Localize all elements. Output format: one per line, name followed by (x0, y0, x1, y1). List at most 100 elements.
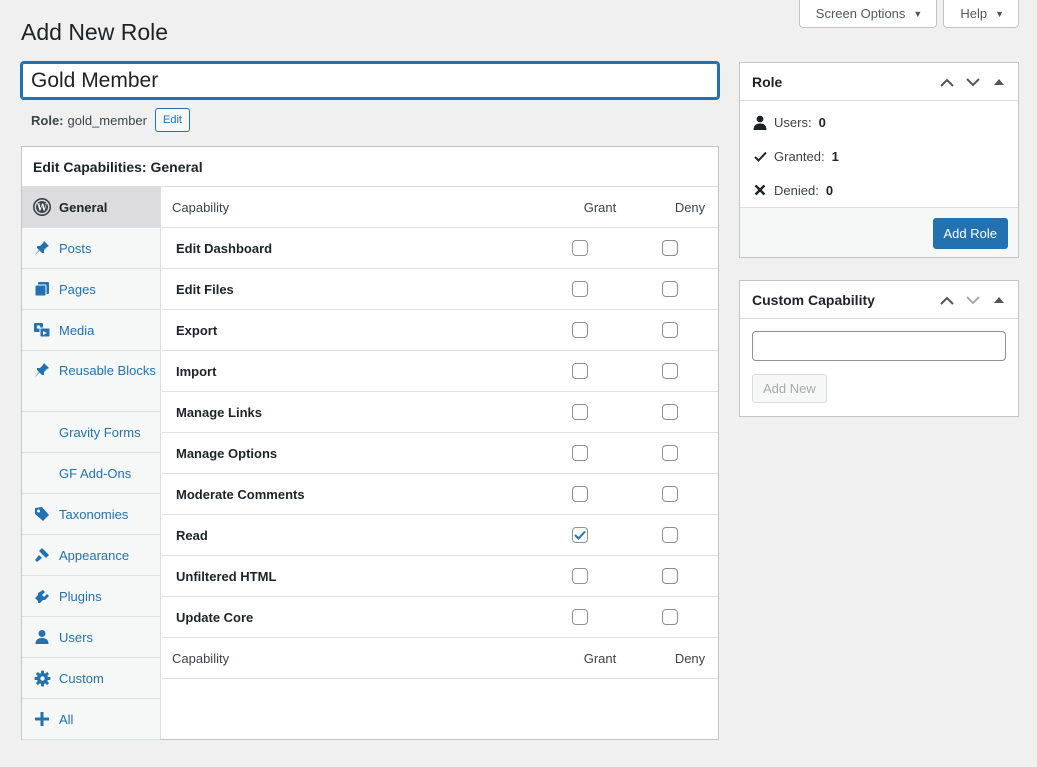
deny-cell (662, 445, 678, 461)
deny-checkbox[interactable] (662, 486, 678, 502)
deny-cell (662, 527, 678, 543)
toggle-panel-icon[interactable] (990, 78, 1008, 86)
grant-cell (572, 445, 588, 461)
table-row: Unfiltered HTML (162, 556, 718, 597)
grant-checkbox[interactable] (572, 527, 588, 543)
move-down-icon[interactable] (964, 295, 982, 305)
column-capability: Capability (172, 199, 230, 215)
move-up-icon[interactable] (938, 78, 956, 87)
table-row: Update Core (162, 597, 718, 638)
toggle-panel-icon[interactable] (990, 296, 1008, 304)
deny-cell (662, 609, 678, 625)
help-label: Help (960, 6, 988, 21)
user-icon (753, 115, 767, 130)
deny-checkbox[interactable] (662, 281, 678, 297)
sidebar-item-taxonomies[interactable]: Taxonomies (22, 494, 160, 535)
grant-checkbox[interactable] (572, 281, 588, 297)
caret-down-icon: ▼ (995, 8, 1004, 19)
role-box-controls (938, 63, 1008, 101)
sidebar-item-media[interactable]: Media (22, 310, 160, 351)
add-role-button[interactable]: Add Role (932, 218, 1008, 249)
role-slug-row: Role: gold_member Edit (31, 108, 190, 132)
edit-slug-button[interactable]: Edit (155, 108, 190, 132)
sidebar-item-reusable-blocks[interactable]: Reusable Blocks (22, 351, 160, 412)
custom-capability-input[interactable] (752, 331, 1006, 361)
role-box: Role Users: 0 Granted: 1 Denied: 0 Add R… (739, 62, 1019, 258)
grant-cell (572, 363, 588, 379)
sidebar-item-general[interactable]: W General (22, 187, 160, 228)
tag-icon (33, 505, 51, 523)
grant-checkbox[interactable] (572, 404, 588, 420)
sidebar-item-users[interactable]: Users (22, 617, 160, 658)
sidebar-item-pages[interactable]: Pages (22, 269, 160, 310)
deny-checkbox[interactable] (662, 527, 678, 543)
sidebar-item-all[interactable]: All (22, 699, 160, 740)
grant-cell (572, 281, 588, 297)
sidebar-item-label: Users (59, 629, 93, 645)
grant-checkbox[interactable] (572, 568, 588, 584)
sidebar-item-label: Reusable Blocks (59, 363, 156, 378)
sidebar-item-label: Pages (59, 281, 96, 297)
sidebar-item-appearance[interactable]: Appearance (22, 535, 160, 576)
gear-icon (33, 669, 51, 687)
role-box-footer: Add Role (740, 207, 1018, 257)
deny-checkbox[interactable] (662, 445, 678, 461)
sidebar-item-gf-add-ons[interactable]: GF Add-Ons (22, 453, 160, 494)
grant-checkbox[interactable] (572, 445, 588, 461)
sidebar-item-plugins[interactable]: Plugins (22, 576, 160, 617)
grant-checkbox[interactable] (572, 486, 588, 502)
deny-checkbox[interactable] (662, 404, 678, 420)
pages-icon (33, 280, 51, 298)
sidebar-item-posts[interactable]: Posts (22, 228, 160, 269)
deny-checkbox[interactable] (662, 568, 678, 584)
deny-checkbox[interactable] (662, 363, 678, 379)
granted-value: 1 (831, 148, 839, 164)
table-row: Manage Links (162, 392, 718, 433)
custom-capability-box: Custom Capability Add New (739, 280, 1019, 417)
sidebar-item-gravity-forms[interactable]: Gravity Forms (22, 412, 160, 453)
role-name-input[interactable] (20, 61, 720, 100)
help-button[interactable]: Help ▼ (943, 0, 1019, 28)
deny-cell (662, 404, 678, 420)
deny-checkbox[interactable] (662, 240, 678, 256)
screen-options-button[interactable]: Screen Options ▼ (798, 0, 938, 28)
denied-label: Denied: (774, 182, 819, 198)
add-new-capability-button[interactable]: Add New (752, 374, 827, 403)
grant-checkbox[interactable] (572, 609, 588, 625)
deny-checkbox[interactable] (662, 322, 678, 338)
deny-checkbox[interactable] (662, 609, 678, 625)
capabilities-box: Edit Capabilities: General W General Pos… (21, 146, 719, 740)
custom-capability-controls (938, 281, 1008, 319)
capability-name: Moderate Comments (176, 486, 305, 502)
move-up-icon[interactable] (938, 296, 956, 305)
role-slug-label: Role: (31, 112, 64, 128)
user-icon (33, 628, 51, 646)
grant-checkbox[interactable] (572, 363, 588, 379)
brush-icon (33, 546, 51, 564)
grant-checkbox[interactable] (572, 240, 588, 256)
grant-cell (572, 404, 588, 420)
deny-cell (662, 322, 678, 338)
grant-cell (572, 240, 588, 256)
table-header-row: Capability Grant Deny (162, 187, 718, 228)
grant-cell (572, 322, 588, 338)
role-box-header: Role (740, 63, 1018, 101)
column-grant: Grant (583, 199, 617, 215)
svg-text:W: W (36, 204, 48, 214)
caret-down-icon: ▼ (913, 8, 923, 19)
sidebar-item-custom[interactable]: Custom (22, 658, 160, 699)
grant-cell (572, 486, 588, 502)
granted-label: Granted: (774, 148, 825, 164)
move-down-icon[interactable] (964, 77, 982, 87)
capability-name: Read (176, 527, 208, 543)
table-footer-row: Capability Grant Deny (162, 638, 718, 679)
grant-checkbox[interactable] (572, 322, 588, 338)
deny-cell (662, 568, 678, 584)
table-row: Edit Files (162, 269, 718, 310)
sidebar-item-label: All (59, 711, 74, 727)
plus-icon (33, 710, 51, 728)
column-deny: Deny (674, 199, 706, 215)
pushpin-icon (33, 361, 51, 379)
capability-name: Update Core (176, 609, 254, 625)
granted-stat: Granted: 1 (740, 139, 1018, 173)
